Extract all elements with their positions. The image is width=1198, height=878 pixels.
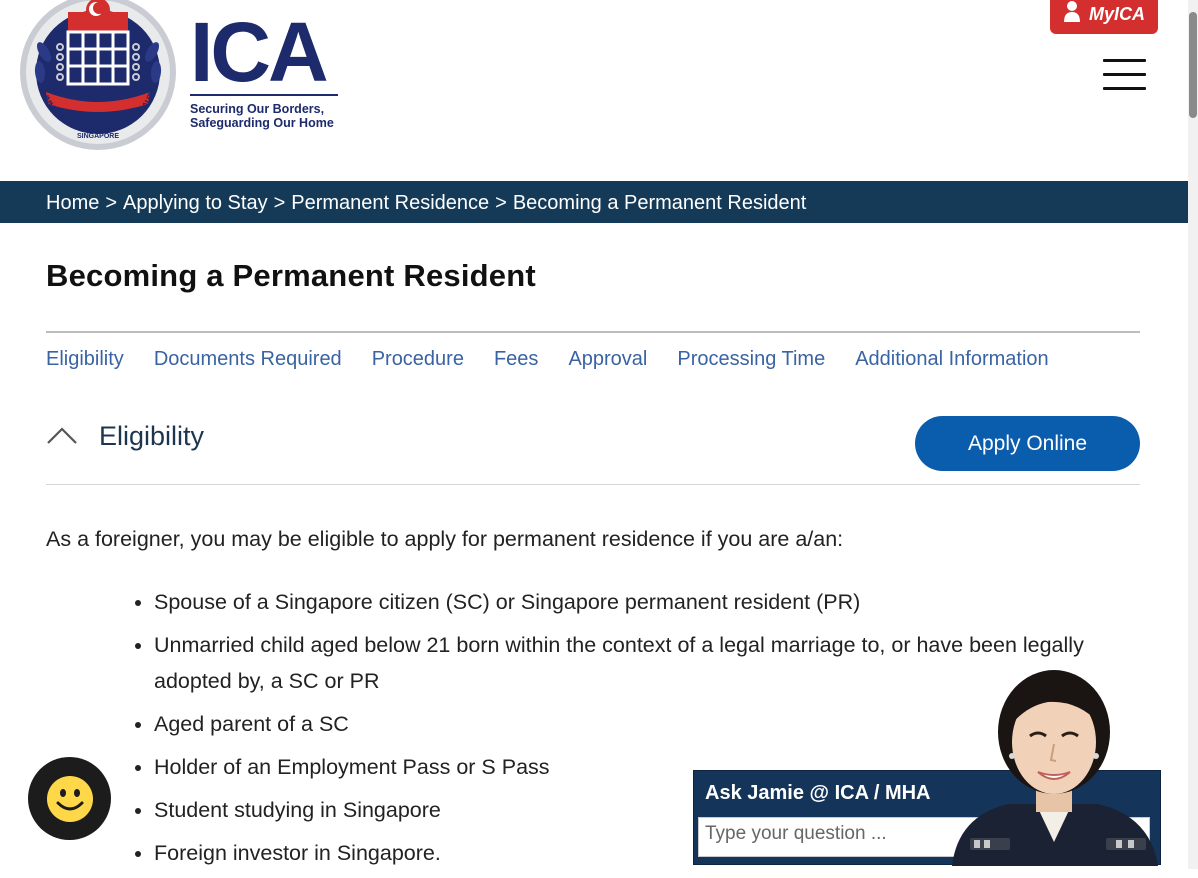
tab-fees[interactable]: Fees bbox=[494, 348, 538, 371]
smiley-icon bbox=[46, 775, 93, 822]
ask-jamie-title: Ask Jamie @ ICA / MHA bbox=[705, 782, 931, 804]
breadcrumb-separator: > bbox=[495, 192, 507, 214]
site-header: IMMIGRATION & CHECKPOINTS AUTHORITY SING… bbox=[0, 0, 1188, 181]
tab-approval[interactable]: Approval bbox=[568, 348, 647, 371]
wordmark-text: ICA bbox=[190, 5, 329, 99]
tagline: Securing Our Borders, Safeguarding Our H… bbox=[190, 102, 338, 130]
section-tabs: Eligibility Documents Required Procedure… bbox=[46, 348, 1079, 371]
user-icon bbox=[1063, 1, 1080, 22]
apply-online-button[interactable]: Apply Online bbox=[915, 416, 1140, 471]
tab-eligibility[interactable]: Eligibility bbox=[46, 348, 124, 371]
tab-additional-information[interactable]: Additional Information bbox=[855, 348, 1048, 371]
page-scrollbar[interactable] bbox=[1188, 0, 1198, 869]
crest-country-text: SINGAPORE bbox=[77, 133, 119, 140]
tagline-line-2: Safeguarding Our Home bbox=[190, 116, 334, 130]
chatbot-launcher-button[interactable] bbox=[28, 757, 111, 840]
section-title[interactable]: Eligibility bbox=[99, 421, 204, 452]
title-divider bbox=[46, 331, 1140, 333]
tab-procedure[interactable]: Procedure bbox=[372, 348, 464, 371]
breadcrumb-separator: > bbox=[105, 192, 118, 214]
breadcrumb-separator: > bbox=[273, 192, 286, 214]
myica-label: MyICA bbox=[1088, 3, 1145, 24]
eligibility-intro: As a foreigner, you may be eligible to a… bbox=[46, 527, 844, 551]
list-item: Spouse of a Singapore citizen (SC) or Si… bbox=[154, 584, 1164, 620]
jamie-avatar[interactable] bbox=[948, 666, 1160, 866]
ica-crest-logo[interactable]: IMMIGRATION & CHECKPOINTS AUTHORITY SING… bbox=[18, 0, 178, 152]
breadcrumb-applying-to-stay[interactable]: Applying to Stay bbox=[123, 192, 268, 214]
eligibility-accordion-header[interactable]: Eligibility Apply Online bbox=[46, 416, 1140, 477]
ica-wordmark[interactable]: ICA Securing Our Borders, Safeguarding O… bbox=[190, 5, 338, 130]
breadcrumb-home[interactable]: Home bbox=[46, 192, 99, 214]
tab-documents-required[interactable]: Documents Required bbox=[154, 348, 342, 371]
tagline-line-1: Securing Our Borders, bbox=[190, 102, 325, 116]
myica-button[interactable]: MyICA bbox=[1050, 0, 1158, 34]
chevron-up-icon[interactable] bbox=[46, 425, 78, 445]
hamburger-menu-icon[interactable] bbox=[1103, 59, 1146, 91]
page-title: Becoming a Permanent Resident bbox=[46, 258, 536, 293]
breadcrumb-current: Becoming a Permanent Resident bbox=[512, 192, 807, 214]
breadcrumb: Home > Applying to Stay > Permanent Residenc… bbox=[0, 181, 1188, 223]
tab-processing-time[interactable]: Processing Time bbox=[677, 348, 825, 371]
breadcrumb-permanent-residence[interactable]: Permanent Residence bbox=[291, 192, 489, 214]
section-divider bbox=[46, 484, 1140, 485]
scrollbar-thumb[interactable] bbox=[1189, 12, 1197, 118]
